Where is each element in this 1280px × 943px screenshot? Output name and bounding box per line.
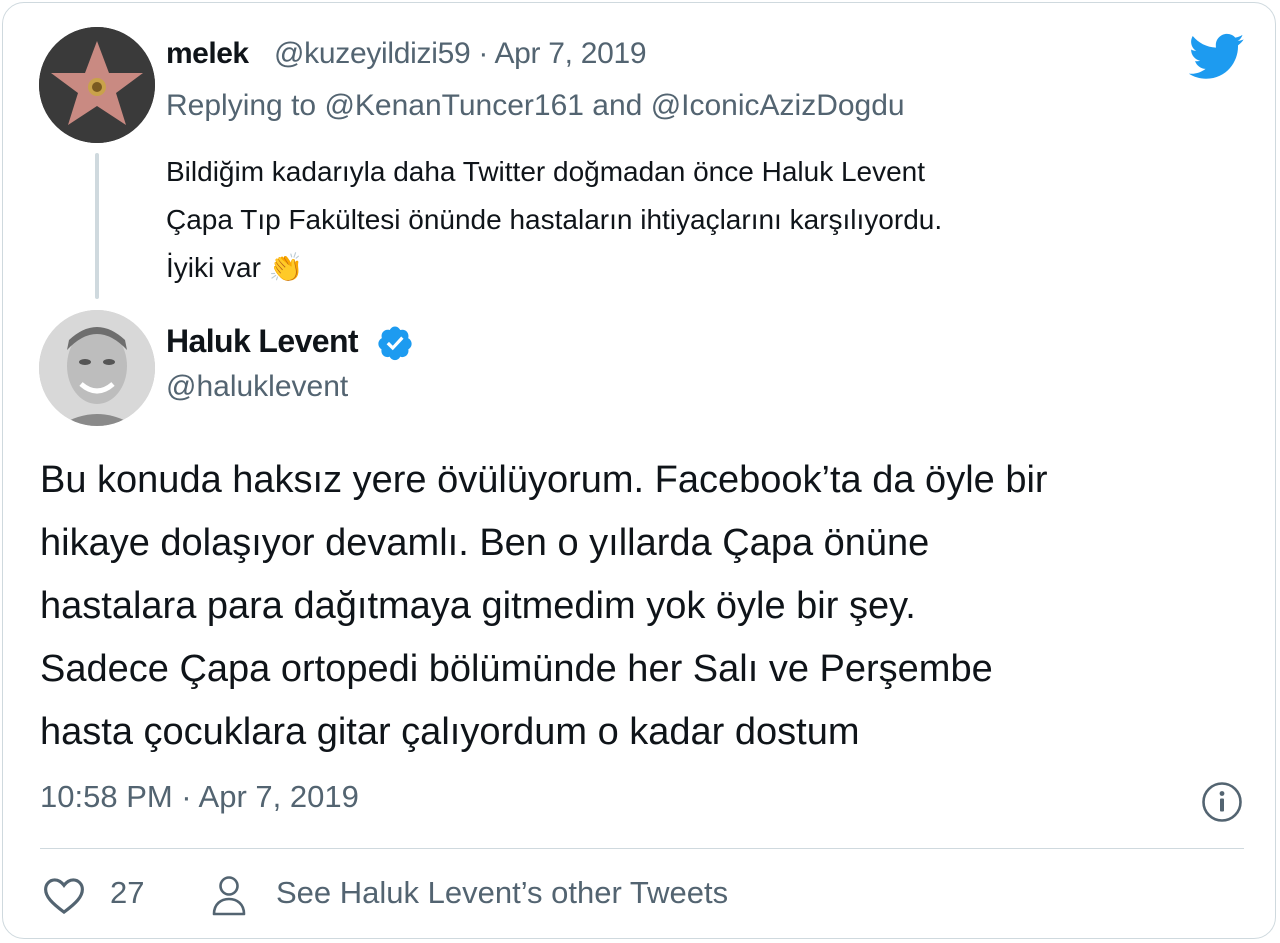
twitter-bird-icon[interactable] [1188, 33, 1245, 81]
mention-link-2[interactable]: @IconicAzizDogdu [651, 89, 905, 122]
mention-link-1[interactable]: @KenanTuncer161 [324, 89, 584, 122]
verified-badge-icon [376, 324, 414, 362]
main-text-line: Bu konuda haksız yere övülüyorum. Facebo… [40, 459, 1048, 501]
star-avatar-image [39, 27, 155, 143]
main-text-line: hikaye dolaşıyor devamlı. Ben o yıllarda… [40, 522, 930, 564]
and-label: and [592, 89, 643, 122]
portrait-avatar-image [39, 310, 155, 426]
avatar-haluk-levent[interactable] [39, 310, 155, 426]
main-text-line: hasta çocuklara gitar çalıyordum o kadar… [40, 711, 860, 753]
parent-handle-date[interactable]: @kuzeyildizi59 · Apr 7, 2019 [274, 37, 647, 71]
tweet-timestamp[interactable]: 10:58 PM · Apr 7, 2019 [40, 779, 359, 815]
see-other-tweets-link[interactable]: See Haluk Levent’s other Tweets [276, 875, 728, 911]
parent-text-line: Çapa Tıp Fakültesi önünde hastaların iht… [166, 204, 943, 235]
main-text-line: Sadece Çapa ortopedi bölümünde her Salı … [40, 648, 993, 690]
replying-to-label: Replying to [166, 89, 317, 122]
author-handle[interactable]: @haluklevent [166, 370, 348, 404]
avatar-melek[interactable] [39, 27, 155, 143]
parent-display-name[interactable]: melek [166, 37, 249, 71]
parent-text-line: İyiki var 👏 [166, 252, 304, 283]
main-tweet-text: Bu konuda haksız yere övülüyorum. Facebo… [40, 449, 1250, 764]
main-text-line: hastalara para dağıtmaya gitmedim yok öy… [40, 585, 916, 627]
tweet-card: melek @kuzeyildizi59 · Apr 7, 2019 Reply… [2, 2, 1276, 939]
author-display-name[interactable]: Haluk Levent [166, 323, 359, 360]
thread-connector-line [95, 153, 99, 299]
replying-to-line: Replying to @KenanTuncer161 and @IconicA… [166, 89, 905, 123]
person-icon[interactable] [211, 875, 247, 917]
info-icon[interactable] [1201, 781, 1243, 823]
like-count[interactable]: 27 [110, 875, 144, 911]
parent-tweet-text: Bildiğim kadarıyla daha Twitter doğmadan… [166, 148, 1166, 292]
footer-divider [40, 848, 1244, 849]
parent-text-line: Bildiğim kadarıyla daha Twitter doğmadan… [166, 156, 926, 187]
heart-icon[interactable] [43, 876, 85, 916]
